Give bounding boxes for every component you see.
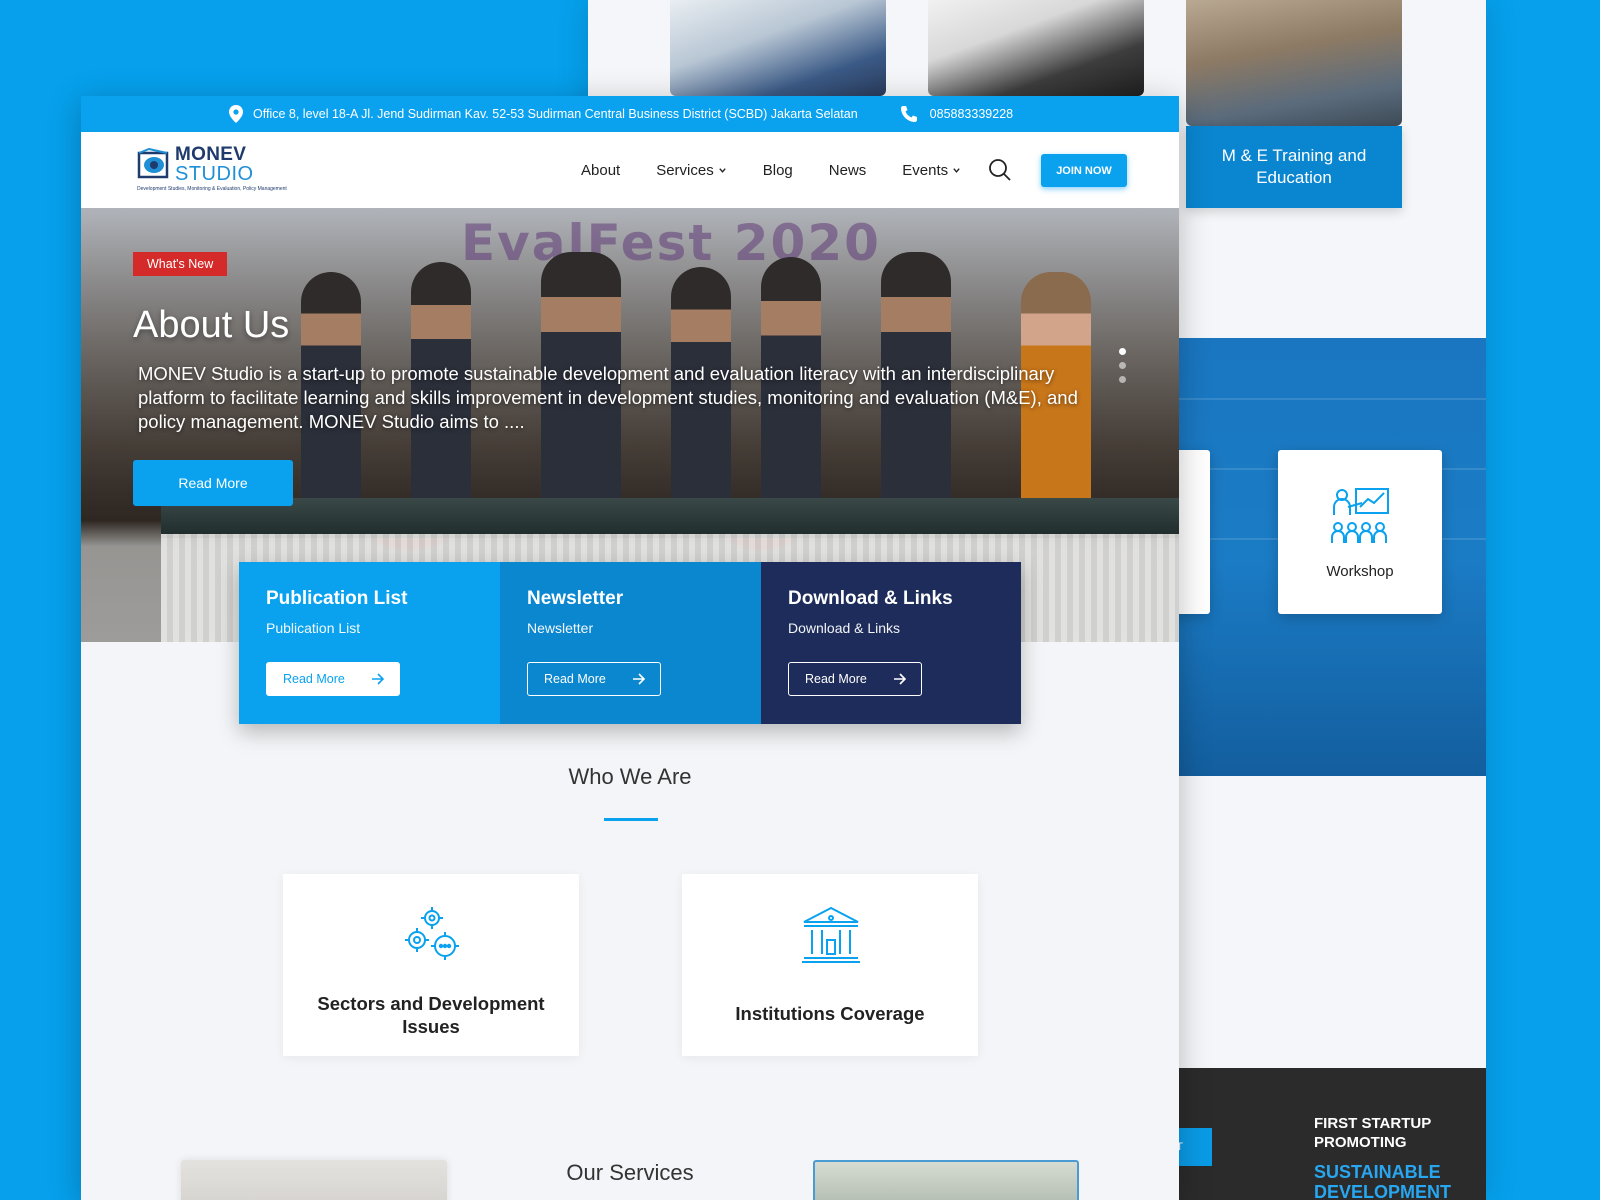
card-institutions[interactable]: Institutions Coverage [682,874,978,1056]
feature-publication-list: Publication List Publication List Read M… [239,562,500,724]
feature-subtitle: Download & Links [788,620,901,636]
logo-title: MONEV [175,144,247,165]
arrow-right-icon [633,673,646,685]
feature-subtitle: Publication List [266,620,361,636]
hero-title: About Us [133,304,290,346]
top-contact-bar: Office 8, level 18-A Jl. Jend Sudirman K… [81,96,1179,132]
card-sectors[interactable]: Sectors and Development Issues [283,874,579,1056]
arrow-right-icon [894,673,907,685]
footer-tagline-primary: FIRST STARTUP PROMOTING [1314,1115,1431,1151]
phone-number[interactable]: 085883339228 [930,107,1013,121]
gears-icon [405,907,459,960]
slider-dot[interactable] [1119,348,1126,355]
footer-tagline-secondary: SUSTAINABLE DEVELOPMENT [1314,1162,1452,1200]
nav-label: Blog [762,161,793,179]
hero-photo-banner-text: EvalFest 2020 [461,214,881,272]
section-title-underline [604,818,658,821]
newsletter-read-more-button[interactable]: Read More [527,662,661,696]
button-label: Read More [544,672,606,686]
training-card[interactable]: M & E Training and Education [1186,126,1402,208]
feature-title: Download & Links [788,588,953,609]
search-icon[interactable] [988,158,1012,182]
feature-subtitle: Newsletter [527,620,594,636]
nav-label: Services [656,161,714,179]
nav-services[interactable]: Services [656,162,727,179]
service-thumbnail[interactable] [813,1160,1079,1200]
workshop-icon [1331,487,1389,543]
button-label: Read More [805,672,867,686]
institution-icon [802,906,860,963]
nav-label: Events [902,161,949,179]
nav-events[interactable]: Events [902,162,961,179]
main-nav: About Services Blog News Events [581,132,997,208]
feature-strip: Publication List Publication List Read M… [239,562,1021,724]
feature-title: Publication List [266,588,408,609]
feature-title: Newsletter [527,588,624,609]
navbar: MONEV STUDIO Development Studies, Monito… [81,132,1179,208]
nav-label: News [828,161,867,179]
section-title-who-we-are: Who We Are [568,764,692,789]
hero-read-more-button[interactable]: Read More [133,460,293,506]
logo-tagline: Development Studies, Monitoring & Evalua… [137,186,287,192]
background-photo-tablet [670,0,886,96]
chevron-down-icon [719,167,726,173]
hero-photo-table [161,498,1179,538]
phone-icon [900,106,917,122]
logo-mark-icon [137,148,169,179]
card-label: Institutions Coverage [735,1003,925,1024]
workshop-card[interactable]: Workshop [1278,450,1442,614]
publication-read-more-button[interactable]: Read More [266,662,400,696]
logo-subtitle: STUDIO [175,163,254,185]
location-pin-icon [229,105,243,123]
background-photo-classroom [1186,0,1402,126]
feature-download-links: Download & Links Download & Links Read M… [761,562,1021,724]
nav-blog[interactable]: Blog [763,162,793,179]
workshop-label: Workshop [1326,562,1394,580]
nav-about[interactable]: About [581,162,620,179]
address-text: Office 8, level 18-A Jl. Jend Sudirman K… [253,107,858,121]
slider-dot[interactable] [1119,376,1126,383]
hero-description: MONEV Studio is a start-up to promote su… [138,363,1078,432]
feature-newsletter: Newsletter Newsletter Read More [500,562,761,724]
card-label: Sectors and Development Issues [317,993,545,1037]
join-now-button[interactable]: JOIN NOW [1041,154,1127,187]
button-label: Read More [283,672,345,686]
nav-label: About [581,161,621,179]
nav-news[interactable]: News [829,162,867,179]
arrow-right-icon [372,673,385,685]
download-read-more-button[interactable]: Read More [788,662,922,696]
site-logo[interactable]: MONEV STUDIO [137,144,254,185]
whats-new-badge: What's New [133,252,228,276]
background-photo-office [928,0,1144,96]
chevron-down-icon [953,167,960,173]
slider-dot[interactable] [1119,362,1126,369]
main-page: Office 8, level 18-A Jl. Jend Sudirman K… [81,96,1179,1200]
